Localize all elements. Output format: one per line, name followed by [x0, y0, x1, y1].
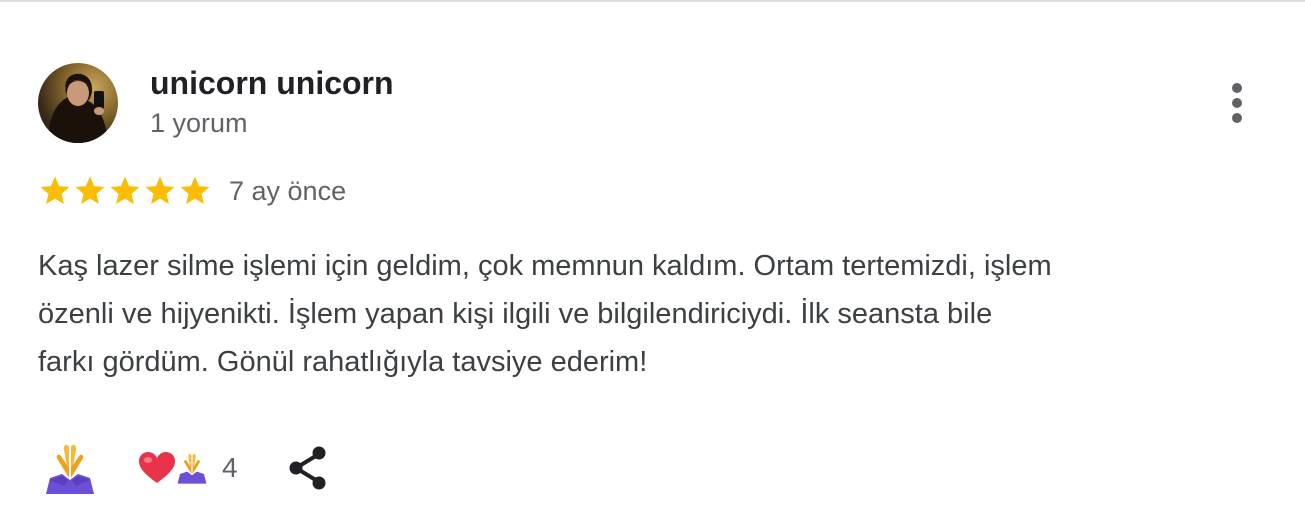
folded-hands-icon — [177, 454, 207, 484]
author-name[interactable]: unicorn unicorn — [150, 64, 394, 102]
star-icon — [145, 176, 175, 205]
reaction-summary[interactable]: 4 — [138, 448, 238, 488]
star-icon — [180, 176, 210, 205]
avatar-photo — [48, 73, 108, 143]
more-vertical-icon — [1232, 98, 1242, 108]
react-button[interactable] — [40, 440, 100, 496]
top-divider — [0, 0, 1305, 2]
heart-icon — [139, 452, 175, 483]
reaction-count: 4 — [222, 452, 238, 483]
author-avatar[interactable] — [38, 63, 118, 143]
review-text-line: farkı gördüm. Gönül rahatlığıyla tavsiye… — [38, 346, 648, 378]
review-text-line: Kaş lazer silme işlemi için geldim, çok … — [38, 250, 1052, 282]
folded-hands-icon — [46, 444, 94, 494]
star-icon — [40, 176, 70, 205]
review-text: Kaş lazer silme işlemi için geldim, çok … — [38, 242, 1278, 386]
more-vertical-icon — [1232, 113, 1242, 123]
star-rating — [38, 174, 212, 208]
star-icon — [110, 176, 140, 205]
author-review-count[interactable]: 1 yorum — [150, 107, 248, 139]
share-button[interactable] — [286, 445, 330, 491]
share-icon — [289, 446, 326, 490]
more-options-button[interactable] — [1220, 80, 1254, 126]
review-time: 7 ay önce — [229, 176, 347, 206]
star-icon — [75, 176, 105, 205]
more-vertical-icon — [1232, 83, 1242, 93]
review-text-line: özenli ve hijyenikti. İşlem yapan kişi i… — [38, 298, 993, 330]
